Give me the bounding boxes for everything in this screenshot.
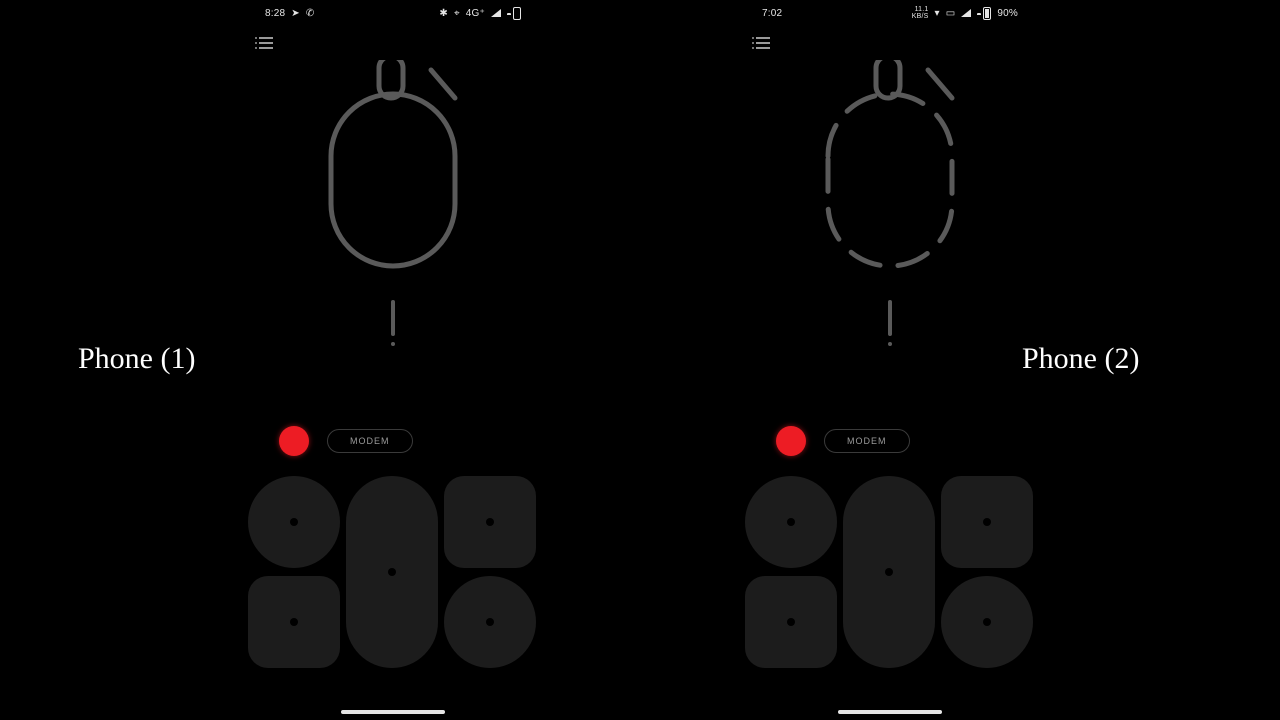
tile-center[interactable] — [346, 476, 438, 668]
modem-button[interactable]: MODEM — [824, 429, 910, 453]
tile-1[interactable] — [745, 476, 837, 568]
tile-3[interactable] — [248, 576, 340, 668]
tile-center[interactable] — [843, 476, 935, 668]
tile-2[interactable] — [444, 476, 536, 568]
caption-phone-1: Phone (1) — [78, 342, 195, 376]
tile-4[interactable] — [941, 576, 1033, 668]
phone-2-screen: 7:02 11.1KB/S ▾ ▭ 90% — [740, 0, 1040, 720]
battery-icon — [977, 7, 991, 20]
exclamation-icon — [391, 300, 395, 346]
wifi-icon: ▾ — [934, 8, 939, 19]
send-icon: ➤ — [291, 8, 300, 19]
battery-percent: 90% — [997, 8, 1018, 19]
phone-1-screen: 8:28 ➤ ✆ ✱ ⌖ 4G⁺ — [243, 0, 543, 720]
tile-1[interactable] — [248, 476, 340, 568]
network-label: 4G⁺ — [466, 8, 485, 19]
clock: 8:28 — [265, 8, 285, 19]
signal-icon — [491, 9, 501, 17]
bluetooth-icon: ✱ — [439, 8, 448, 19]
status-bar: 8:28 ➤ ✆ ✱ ⌖ 4G⁺ — [243, 0, 543, 26]
menu-list-icon[interactable] — [752, 37, 770, 49]
menu-list-icon[interactable] — [255, 37, 273, 49]
clock: 7:02 — [762, 8, 782, 19]
tile-2[interactable] — [941, 476, 1033, 568]
signal-icon — [961, 9, 971, 17]
battery-icon — [507, 7, 521, 20]
tile-grid — [243, 476, 543, 676]
status-bar: 7:02 11.1KB/S ▾ ▭ 90% — [740, 0, 1040, 26]
tile-4[interactable] — [444, 576, 536, 668]
record-indicator[interactable] — [776, 426, 806, 456]
record-indicator[interactable] — [279, 426, 309, 456]
data-rate: 11.1KB/S — [912, 6, 929, 20]
sim-icon: ▭ — [946, 8, 956, 19]
exclamation-icon — [888, 300, 892, 346]
phone-icon: ✆ — [306, 8, 315, 19]
location-icon: ⌖ — [454, 8, 460, 19]
nav-handle[interactable] — [838, 710, 942, 714]
glyph-illustration-dashed — [740, 60, 1040, 360]
glyph-illustration-solid — [243, 60, 543, 360]
nav-handle[interactable] — [341, 710, 445, 714]
tile-grid — [740, 476, 1040, 676]
tile-3[interactable] — [745, 576, 837, 668]
modem-button[interactable]: MODEM — [327, 429, 413, 453]
